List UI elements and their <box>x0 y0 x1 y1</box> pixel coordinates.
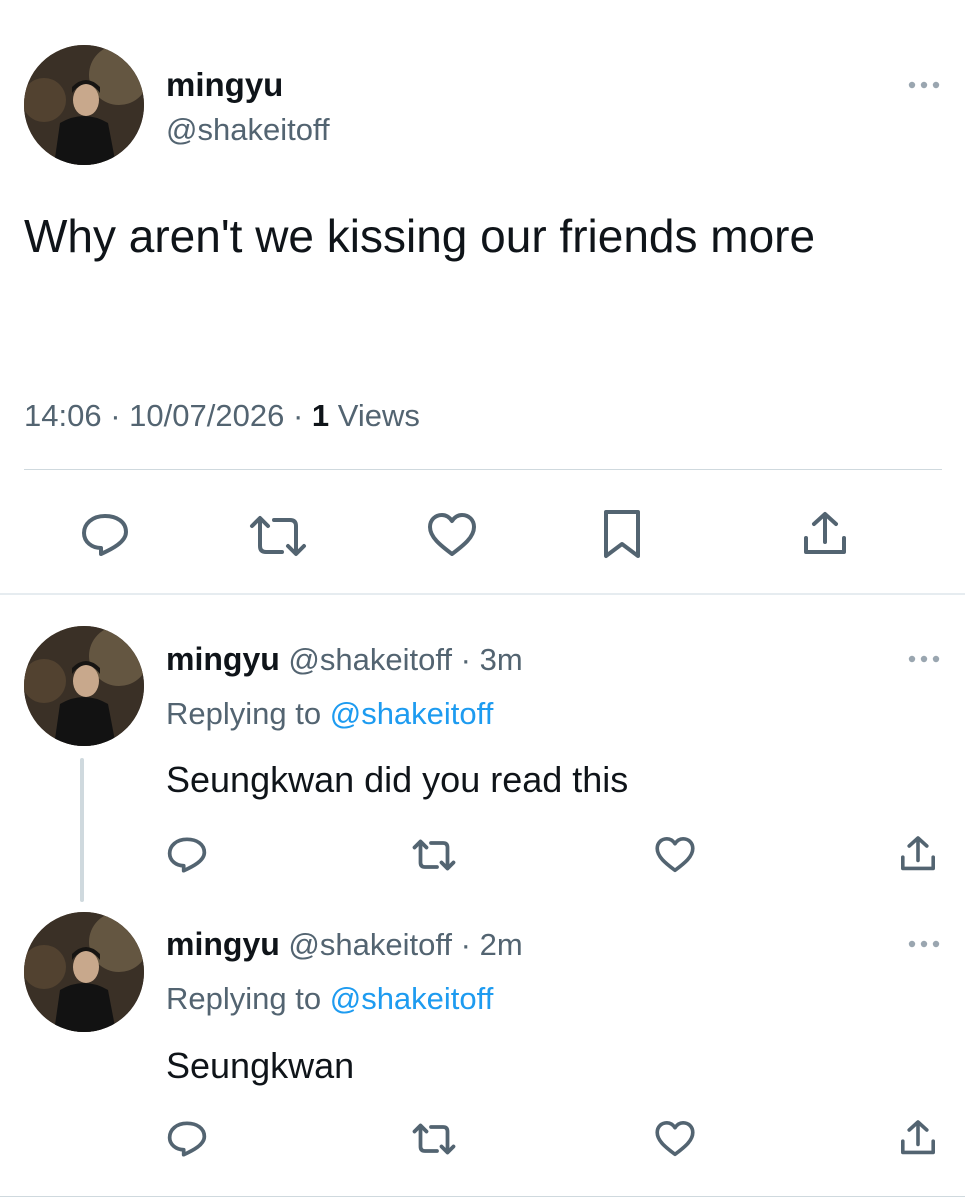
reply-icon[interactable] <box>166 836 208 874</box>
replying-to-label: Replying to <box>166 696 322 731</box>
handle[interactable]: @shakeitoff <box>166 112 330 148</box>
meta-separator: · <box>292 398 304 433</box>
replying-to-label: Replying to <box>166 981 322 1016</box>
section-divider <box>0 593 965 595</box>
avatar-photo <box>24 912 144 1032</box>
replying-to: Replying to @shakeitoff <box>166 695 493 733</box>
share-icon[interactable] <box>898 1118 938 1158</box>
replying-to-link[interactable]: @shakeitoff <box>330 981 494 1016</box>
avatar[interactable] <box>24 45 144 165</box>
divider <box>24 469 942 470</box>
thread-line <box>80 758 84 902</box>
avatar-photo <box>24 626 144 746</box>
tweet-meta: 14:06 · 10/07/2026 · 1 Views <box>24 396 420 436</box>
reply-header: mingyu @shakeitoff · 2m <box>166 925 523 964</box>
more-options-icon[interactable] <box>906 937 942 955</box>
tweet-text: Why aren't we kissing our friends more <box>24 210 816 262</box>
reply-icon[interactable] <box>80 512 130 558</box>
header-separator: · <box>460 642 471 677</box>
display-name[interactable]: mingyu <box>166 66 283 104</box>
avatar[interactable] <box>24 912 144 1032</box>
tweet-time: 14:06 <box>24 398 102 433</box>
handle[interactable]: @shakeitoff <box>288 642 452 677</box>
timestamp[interactable]: 3m <box>480 642 523 677</box>
views-count: 1 <box>311 398 330 433</box>
retweet-icon[interactable] <box>410 838 458 872</box>
share-icon[interactable] <box>800 510 850 558</box>
tweet-date: 10/07/2026 <box>129 398 285 433</box>
reply-icon[interactable] <box>166 1120 208 1158</box>
reply-header: mingyu @shakeitoff · 3m <box>166 640 523 679</box>
like-icon[interactable] <box>426 512 478 558</box>
retweet-icon[interactable] <box>246 514 310 558</box>
avatar-photo <box>24 45 144 165</box>
header-separator: · <box>460 927 471 962</box>
reply-text: Seungkwan did you read this <box>166 759 629 800</box>
reply-text: Seungkwan <box>166 1045 355 1086</box>
display-name[interactable]: mingyu <box>166 641 280 677</box>
meta-separator: · <box>110 398 121 433</box>
replying-to: Replying to @shakeitoff <box>166 980 493 1018</box>
bookmark-icon[interactable] <box>602 508 642 560</box>
share-icon[interactable] <box>898 834 938 874</box>
replying-to-link[interactable]: @shakeitoff <box>330 696 494 731</box>
more-options-icon[interactable] <box>906 78 942 96</box>
like-icon[interactable] <box>654 1120 696 1158</box>
handle[interactable]: @shakeitoff <box>288 927 452 962</box>
bottom-divider <box>0 1196 965 1197</box>
like-icon[interactable] <box>654 836 696 874</box>
timestamp[interactable]: 2m <box>480 927 523 962</box>
display-name[interactable]: mingyu <box>166 926 280 962</box>
more-options-icon[interactable] <box>906 652 942 670</box>
retweet-icon[interactable] <box>410 1122 458 1156</box>
avatar[interactable] <box>24 626 144 746</box>
views-label[interactable]: Views <box>338 398 420 433</box>
